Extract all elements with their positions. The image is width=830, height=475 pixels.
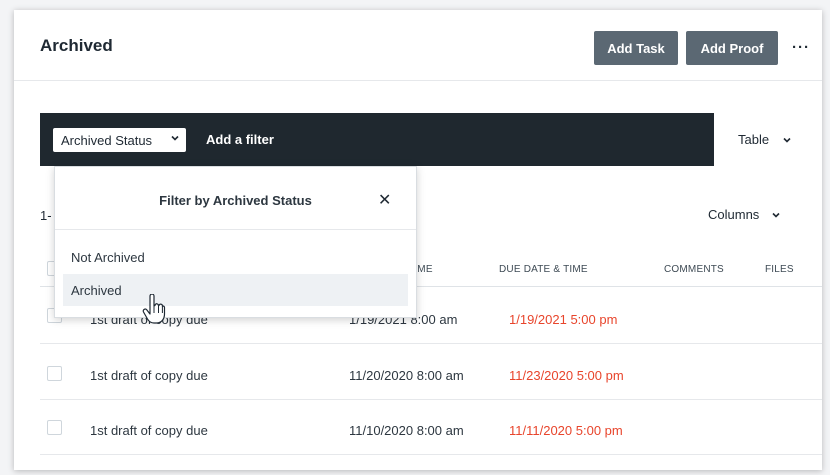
close-icon[interactable]: ✕: [378, 190, 391, 210]
page-header: Archived Add Task Add Proof ···: [14, 10, 822, 81]
add-task-button[interactable]: Add Task: [594, 31, 678, 65]
row-divider: [40, 399, 822, 400]
start-time-cell: 11/10/2020 8:00 am: [349, 423, 464, 438]
archived-status-dropdown: Filter by Archived Status ✕ Not Archived…: [54, 166, 417, 318]
add-proof-button[interactable]: Add Proof: [686, 31, 778, 65]
archived-status-select[interactable]: Archived Status: [53, 128, 186, 152]
task-name-cell[interactable]: 1st draft of copy due: [90, 423, 208, 438]
task-name-cell[interactable]: 1st draft of copy due: [90, 368, 208, 383]
start-time-cell: 11/20/2020 8:00 am: [349, 368, 464, 383]
archived-panel: Archived Add Task Add Proof ··· Archived…: [14, 10, 822, 470]
column-header-due-date[interactable]: DUE DATE & TIME: [499, 264, 588, 275]
option-not-archived[interactable]: Not Archived: [63, 241, 408, 273]
filter-bar: Archived Status Add a filter: [40, 113, 714, 166]
option-archived[interactable]: Archived: [63, 274, 408, 306]
view-toggle-label: Table: [738, 132, 770, 147]
columns-toggle[interactable]: Columns: [708, 207, 780, 222]
row-checkbox[interactable]: [47, 366, 62, 381]
result-range-label: 1-: [40, 208, 52, 223]
archived-status-label: Archived Status: [61, 132, 153, 148]
chevron-down-icon: [171, 135, 179, 141]
page-title: Archived: [40, 36, 113, 55]
view-toggle[interactable]: Table: [738, 132, 791, 147]
chevron-down-icon: [783, 137, 791, 143]
hand-cursor-icon: [142, 294, 166, 324]
due-time-cell: 1/19/2021 5:00 pm: [509, 312, 618, 327]
add-filter-link[interactable]: Add a filter: [206, 132, 274, 147]
chevron-down-icon: [772, 212, 780, 218]
due-time-cell: 11/23/2020 5:00 pm: [509, 368, 624, 383]
column-header-files[interactable]: FILES: [765, 264, 794, 275]
dropdown-title: Filter by Archived Status: [159, 193, 312, 208]
row-checkbox[interactable]: [47, 420, 62, 435]
row-divider: [40, 454, 822, 455]
columns-toggle-label: Columns: [708, 207, 760, 222]
dropdown-divider: [55, 229, 416, 230]
row-divider: [40, 343, 822, 344]
more-options-icon[interactable]: ···: [792, 39, 810, 56]
column-header-comments[interactable]: COMMENTS: [664, 264, 724, 275]
due-time-cell: 11/11/2020 5:00 pm: [509, 423, 623, 438]
